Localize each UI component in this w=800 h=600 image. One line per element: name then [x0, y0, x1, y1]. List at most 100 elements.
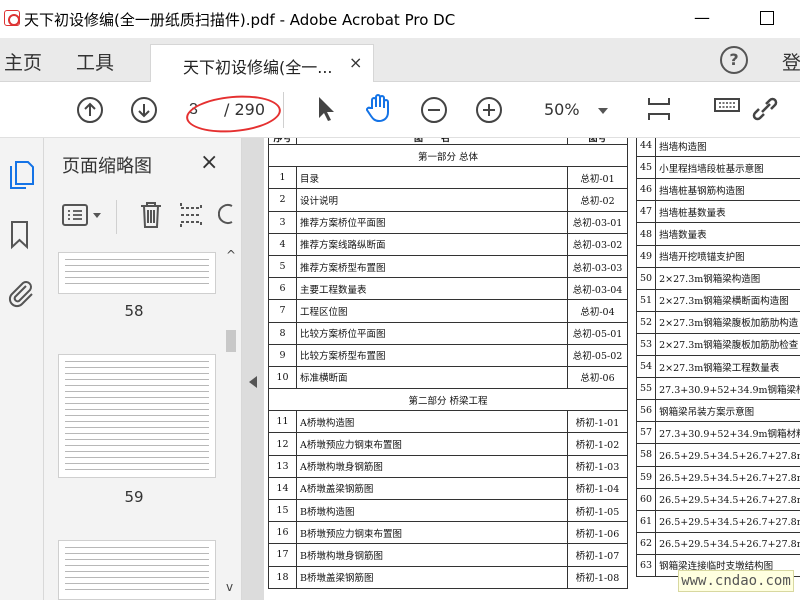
- document-view[interactable]: 序号图 名图号 第一部分 总体 1 目录 总初-01 2 设计说明 总初-02 3 推荐方案桥位平…: [242, 138, 800, 600]
- sign-in-link[interactable]: 登: [782, 48, 800, 75]
- scrollbar-thumb[interactable]: [226, 330, 236, 352]
- drawing-name: 挡墙开挖喷锚支护图: [655, 244, 800, 268]
- row-number: 4: [268, 232, 297, 256]
- table-row: 6226.5+29.5+34.5+26.7+27.8m钢箱: [635, 531, 800, 555]
- row-number: 15: [268, 498, 297, 523]
- main-toolbar: / 290 50%: [0, 82, 800, 138]
- acrobat-window: 天下初设修编(全一册纸质扫描件).pdf - Adobe Acrobat Pro…: [0, 0, 800, 600]
- row-number: 59: [635, 465, 657, 489]
- panel-toolbar-divider: [116, 200, 117, 234]
- drawing-name: 26.5+29.5+34.5+26.7+27.8m钢箱: [655, 487, 800, 511]
- table-row: 55 27.3+30.9+52+34.9m钢箱梁构造: [635, 377, 800, 401]
- bookmark-icon[interactable]: [8, 220, 32, 250]
- pdf-page-left: 序号图 名图号 第一部分 总体 1 目录 总初-01 2 设计说明 总初-02 3 推荐方案桥位平…: [264, 138, 644, 600]
- zoom-level-value: 50%: [544, 100, 580, 119]
- help-icon[interactable]: ?: [720, 46, 748, 74]
- tab-document[interactable]: 天下初设修编(全一... ×: [150, 44, 374, 82]
- drawing-name: 设计说明: [295, 188, 569, 212]
- drawing-name: 2×27.3m钢箱梁横断面构造图: [655, 288, 800, 312]
- scroll-down-icon[interactable]: v: [226, 580, 233, 594]
- select-arrow-icon[interactable]: [314, 94, 336, 124]
- table-row: 46 挡墙桩基钢筋构造图: [635, 178, 800, 202]
- table-row: 5926.5+29.5+34.5+26.7+27.8m钢箱: [635, 465, 800, 489]
- left-navigation-rail: [0, 138, 44, 600]
- zoom-in-icon[interactable]: [475, 96, 503, 124]
- page-thumbnail[interactable]: [58, 354, 216, 478]
- table-row: 50 2×27.3m钢箱梁构造图: [635, 266, 800, 290]
- tab-bar: 主页 工具 天下初设修编(全一... × ? 登: [0, 38, 800, 82]
- scroll-up-icon[interactable]: ^: [226, 248, 236, 262]
- hand-tool-icon[interactable]: [364, 92, 394, 124]
- row-number: 11: [268, 410, 297, 434]
- row-number: 5: [268, 254, 297, 279]
- next-page-icon[interactable]: [130, 96, 158, 124]
- keyboard-icon[interactable]: [714, 98, 740, 112]
- table-row: 6 主要工程数量表 总初-03-04: [268, 277, 628, 301]
- tab-tools[interactable]: 工具: [76, 48, 114, 75]
- title-bar: 天下初设修编(全一册纸质扫描件).pdf - Adobe Acrobat Pro…: [0, 0, 800, 38]
- drawing-name: 27.3+30.9+52+34.9m钢箱材料数: [655, 421, 800, 445]
- drawing-name: 26.5+29.5+34.5+26.7+27.8m钢箱: [655, 443, 800, 467]
- drawing-code: 桥初-1-05: [567, 498, 628, 523]
- minimize-button[interactable]: —: [684, 4, 720, 32]
- previous-page-icon[interactable]: [76, 96, 104, 124]
- row-number: 45: [635, 156, 657, 180]
- thumbnail-options-icon[interactable]: [62, 204, 106, 226]
- tab-home[interactable]: 主页: [4, 48, 42, 75]
- collapse-panel-icon[interactable]: [249, 376, 257, 388]
- insert-page-icon[interactable]: [178, 200, 204, 230]
- table-row: 18 B桥墩盖梁钢筋图 桥初-1-08: [268, 565, 628, 589]
- zoom-level-dropdown[interactable]: 50%: [530, 98, 616, 124]
- row-number: 48: [635, 222, 657, 246]
- drawing-name: 比较方案桥位平面图: [295, 321, 569, 345]
- table-row: 51 2×27.3m钢箱梁横断面构造图: [635, 288, 800, 312]
- maximize-button[interactable]: [748, 4, 784, 32]
- delete-page-icon[interactable]: [138, 200, 164, 230]
- row-number: 52: [635, 310, 657, 334]
- row-number: 63: [635, 553, 657, 577]
- attachment-icon[interactable]: [6, 278, 36, 310]
- drawing-name: B桥墩预应力钢束布置图: [295, 521, 569, 545]
- row-number: 6: [268, 277, 297, 301]
- drawing-code: 桥初-1-04: [567, 476, 628, 501]
- document-tab-label: 天下初设修编(全一...: [183, 58, 333, 77]
- zoom-out-icon[interactable]: [420, 96, 448, 124]
- table-row: 3 推荐方案桥位平面图 总初-03-01: [268, 210, 628, 234]
- thumbnail-scrollbar[interactable]: ^ v: [224, 244, 238, 600]
- drawing-code: 桥初-1-06: [567, 521, 628, 545]
- page-fit-icon[interactable]: [646, 96, 672, 122]
- close-panel-icon[interactable]: ×: [200, 150, 218, 175]
- page-thumbnails-panel: 页面缩略图 × 58 59 ^ v: [44, 138, 242, 600]
- row-number: 49: [635, 244, 657, 268]
- drawing-code: 总初-01: [567, 166, 628, 190]
- link-icon[interactable]: [750, 94, 780, 124]
- drawing-name: B桥墩构墩身钢筋图: [295, 543, 569, 567]
- drawing-name: 26.5+29.5+34.5+26.7+27.8m钢箱: [655, 531, 800, 555]
- rotate-page-icon[interactable]: [218, 202, 236, 226]
- row-number: 44: [635, 138, 657, 158]
- drawing-name: 27.3+30.9+52+34.9m钢箱梁构造: [655, 377, 800, 401]
- table-row: 57 27.3+30.9+52+34.9m钢箱材料数: [635, 421, 800, 445]
- row-number: 51: [635, 288, 657, 312]
- page-thumbnail[interactable]: [58, 252, 216, 294]
- drawing-code: 总初-05-02: [567, 343, 628, 367]
- drawing-name: 目录: [295, 166, 569, 190]
- site-watermark: www.cndao.com: [678, 570, 794, 592]
- thumbnail-preview: [65, 361, 209, 471]
- drawing-code: 桥初-1-08: [567, 565, 628, 589]
- page-thumbnails-icon[interactable]: [6, 160, 36, 192]
- row-number: 13: [268, 454, 297, 478]
- drawing-code: 桥初-1-01: [567, 410, 628, 434]
- close-tab-icon[interactable]: ×: [349, 53, 362, 72]
- drawing-name: 推荐方案桥位平面图: [295, 210, 569, 234]
- row-number: 2: [268, 188, 297, 212]
- table-row: 56 钢箱梁吊装方案示意图: [635, 399, 800, 423]
- drawing-code: 总初-06: [567, 365, 628, 390]
- drawing-name: B桥墩构造图: [295, 498, 569, 523]
- row-number: 17: [268, 543, 297, 567]
- table-row: 5 推荐方案桥型布置图 总初-03-03: [268, 254, 628, 279]
- thumbnail-preview: [65, 547, 209, 593]
- page-thumbnail[interactable]: [58, 540, 216, 600]
- table-row: 6126.5+29.5+34.5+26.7+27.8m钢箱: [635, 509, 800, 533]
- drawing-name: 标准横断面: [295, 365, 569, 390]
